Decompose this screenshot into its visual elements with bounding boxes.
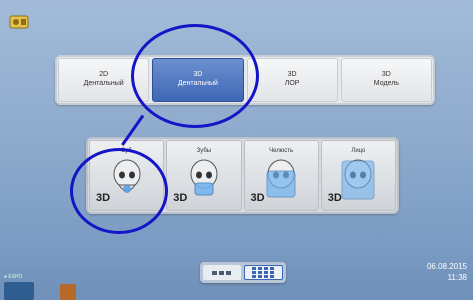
scan-area-label: Зубы	[196, 148, 212, 154]
status-indicator: ● EXPO	[4, 274, 22, 280]
view-toggle	[200, 262, 286, 283]
scan-area-teeth[interactable]: Зубы 3D	[166, 140, 242, 211]
mode-label-line1: 2D	[99, 71, 109, 79]
mode-3d-model[interactable]: 3D Модель	[340, 58, 432, 102]
skull-face-icon	[341, 159, 375, 200]
device-status-icon[interactable]	[4, 282, 34, 300]
grid-view-button[interactable]	[243, 265, 283, 280]
scan-area-label: Лицо	[351, 148, 366, 154]
app-logo-icon	[9, 15, 29, 29]
mode-selector: 2D Дентальный 3D Дентальный 3D ЛОР 3D Мо…	[55, 55, 435, 105]
scan-area-3d-tag: 3D	[96, 192, 111, 204]
scan-area-jaw[interactable]: Челюсть 3D	[243, 140, 319, 211]
date-label: 06.08.2015	[426, 262, 467, 271]
skull-tooth-icon	[113, 159, 141, 193]
mode-label-line2: Модель	[373, 80, 399, 87]
mode-label-line1: 3D	[287, 71, 297, 79]
mode-label-line2: Дентальный	[177, 80, 218, 87]
time-label: 11:38	[447, 272, 467, 282]
clock: 06.08.2015 11:38	[427, 262, 467, 284]
mode-3d-ent[interactable]: 3D ЛОР	[246, 58, 338, 102]
status-dot-icon: ●	[4, 274, 8, 280]
scan-area-3d-tag: 3D	[327, 192, 342, 204]
mode-label-line2: ЛОР	[284, 80, 300, 87]
scan-area-selector: Зуб 3D Зубы 3D Челюсть 3D Лицо 3D	[86, 137, 399, 214]
scan-area-face[interactable]: Лицо 3D	[320, 140, 396, 211]
list-view-icon	[211, 270, 231, 275]
radiation-warning-icon[interactable]	[60, 284, 76, 300]
mode-label-line1: 3D	[381, 71, 391, 79]
status-label: EXPO	[8, 274, 23, 280]
grid-view-icon	[252, 267, 275, 278]
skull-teeth-icon	[190, 159, 218, 196]
scan-area-3d-tag: 3D	[250, 192, 265, 204]
mode-3d-dental[interactable]: 3D Дентальный	[152, 58, 244, 102]
mode-2d-dental[interactable]: 2D Дентальный	[58, 58, 150, 102]
skull-jaw-icon	[266, 159, 296, 198]
mode-label-line1: 3D	[193, 71, 203, 79]
scan-area-label: Зуб	[121, 148, 132, 154]
scan-area-label: Челюсть	[269, 148, 294, 154]
scan-area-3d-tag: 3D	[173, 192, 188, 204]
list-view-button[interactable]	[203, 265, 241, 280]
mode-label-line2: Дентальный	[83, 80, 124, 87]
scan-area-tooth[interactable]: Зуб 3D	[89, 140, 165, 211]
